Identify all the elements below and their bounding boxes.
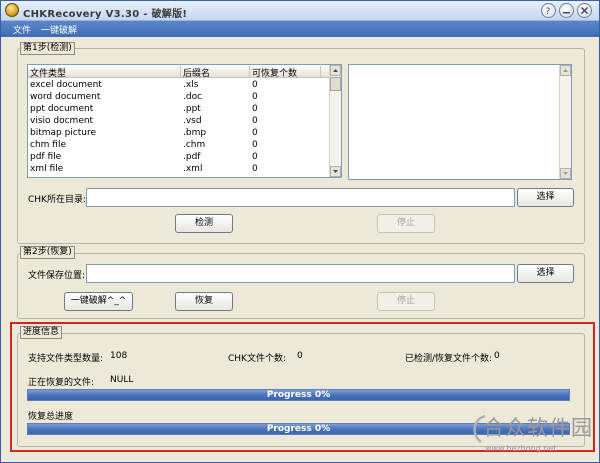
cell-count: 0 [252, 80, 258, 90]
one-click-crack-button[interactable]: 一键破解^_^ [64, 292, 133, 311]
minimize-icon [563, 12, 570, 14]
cell-count: 0 [252, 164, 258, 174]
column-divider [180, 66, 181, 77]
menu-bar: 文件 一键破解 [1, 21, 599, 37]
cell-extension: .pdf [183, 152, 201, 162]
scroll-down-arrow[interactable] [560, 168, 571, 179]
cell-extension: .bmp [183, 128, 207, 138]
cell-file-type: xml file [30, 164, 64, 174]
cell-extension: .vsd [183, 116, 202, 126]
detail-panel[interactable] [348, 64, 572, 180]
cell-file-type: word document [30, 92, 101, 102]
title-bar: CHKRecovery V3.30 - 破解版! ? [1, 1, 599, 21]
column-file-type[interactable]: 文件类型 [30, 66, 66, 79]
list-scrollbar[interactable] [329, 65, 341, 177]
menu-file[interactable]: 文件 [13, 23, 31, 36]
chevron-up-icon [333, 69, 338, 72]
cell-count: 0 [252, 104, 258, 114]
cell-extension: .xls [183, 80, 199, 90]
cell-extension: .chm [183, 140, 206, 150]
app-logo-icon [5, 3, 19, 17]
app-window: CHKRecovery V3.30 - 破解版! ? 文件 一键破解 第1步(检… [0, 0, 600, 463]
table-row[interactable]: visio docment .vsd 0 [28, 115, 330, 127]
column-extension[interactable]: 后缀名 [183, 66, 210, 79]
menu-one-click-crack[interactable]: 一键破解 [41, 23, 77, 36]
save-location-label: 文件保存位置: [28, 271, 86, 281]
table-row[interactable]: excel document .xls 0 [28, 79, 330, 91]
cell-count: 0 [252, 116, 258, 126]
cell-count: 0 [252, 92, 258, 102]
list-header: 文件类型 后缀名 可恢复个数 [28, 65, 330, 79]
cell-extension: .ppt [183, 104, 201, 114]
cell-extension: .doc [183, 92, 203, 102]
step1-legend: 第1步(检测) [20, 42, 75, 55]
chevron-down-icon [333, 170, 338, 173]
table-row[interactable]: xml file .xml 0 [28, 163, 330, 175]
stop-detect-button[interactable]: 停止 [377, 214, 435, 233]
detect-button[interactable]: 检测 [175, 214, 233, 233]
step2-legend: 第2步(恢复) [20, 246, 75, 259]
close-icon [580, 6, 589, 15]
column-divider [320, 66, 321, 77]
chk-dir-browse-button[interactable]: 选择 [517, 188, 574, 207]
column-divider [249, 66, 250, 77]
watermark-title: 合众软件园 [483, 416, 593, 440]
scroll-thumb[interactable] [330, 77, 341, 91]
scroll-up-arrow[interactable] [560, 65, 571, 76]
cell-count: 0 [252, 140, 258, 150]
help-icon: ? [546, 7, 551, 15]
chevron-up-icon [563, 69, 568, 72]
save-location-input[interactable] [86, 264, 515, 283]
window-title: CHKRecovery V3.30 - 破解版! [23, 9, 188, 20]
scroll-up-arrow[interactable] [330, 65, 341, 76]
cell-file-type: bitmap picture [30, 128, 97, 138]
table-row[interactable]: bitmap picture .bmp 0 [28, 127, 330, 139]
watermark-url: www.hezhong.net [485, 444, 557, 453]
watermark: 合众软件园 www.hezhong.net [469, 412, 599, 460]
table-row[interactable]: ppt document .ppt 0 [28, 103, 330, 115]
cell-extension: .xml [183, 164, 203, 174]
save-location-browse-button[interactable]: 选择 [517, 264, 574, 283]
cell-file-type: visio docment [30, 116, 94, 126]
close-button[interactable] [577, 3, 592, 18]
cell-file-type: pdf file [30, 152, 62, 162]
detail-scrollbar[interactable] [559, 65, 571, 179]
file-type-list[interactable]: 文件类型 后缀名 可恢复个数 excel document .xls 0 wor… [27, 64, 342, 178]
cell-count: 0 [252, 128, 258, 138]
scroll-down-arrow[interactable] [330, 166, 341, 177]
cell-file-type: chm file [30, 140, 66, 150]
cell-file-type: ppt document [30, 104, 94, 114]
stop-recover-button[interactable]: 停止 [377, 292, 435, 311]
chevron-down-icon [563, 172, 568, 175]
minimize-button[interactable] [559, 3, 574, 18]
chk-dir-label: CHK所在目录: [28, 195, 86, 205]
svg-text:?: ? [546, 7, 551, 15]
table-row[interactable]: pdf file .pdf 0 [28, 151, 330, 163]
cell-count: 0 [252, 152, 258, 162]
recover-button[interactable]: 恢复 [175, 292, 233, 311]
help-button[interactable]: ? [541, 3, 556, 18]
column-recoverable-count[interactable]: 可恢复个数 [252, 66, 297, 79]
table-row[interactable]: word document .doc 0 [28, 91, 330, 103]
cell-file-type: excel document [30, 80, 102, 90]
table-row[interactable]: chm file .chm 0 [28, 139, 330, 151]
chk-dir-input[interactable] [86, 188, 515, 207]
